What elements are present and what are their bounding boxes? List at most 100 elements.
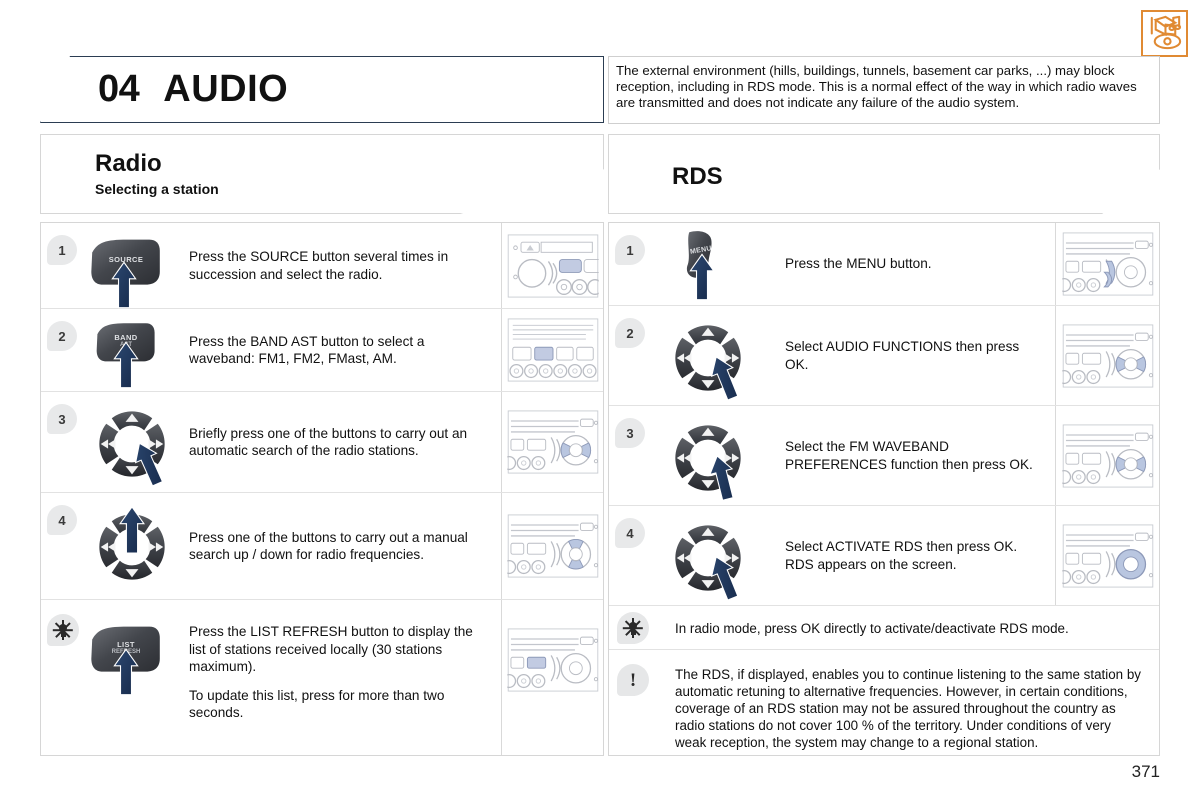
warning-text-cell: The RDS, if displayed, enables you to co… <box>657 650 1159 751</box>
head-unit-menu-image <box>1062 232 1154 296</box>
exclamation-glyph: ! <box>629 669 637 691</box>
tip-text-cell: Press the LIST REFRESH button to display… <box>185 600 501 755</box>
manual-page: 04 AUDIO The external environment (hills… <box>0 0 1200 800</box>
tip-icon-cell <box>41 600 85 755</box>
step-text-cell: Press the SOURCE button several times in… <box>185 223 501 308</box>
arrow-up-icon <box>118 505 146 555</box>
step-text: Select AUDIO FUNCTIONS then press OK. <box>785 339 1020 372</box>
table-row: 2 Select AUDIO FUNCTIONS then press OK. <box>609 306 1159 406</box>
step-number-cell: 4 <box>609 506 657 605</box>
tip-control-graphic: LIST REFRESH <box>85 600 185 755</box>
head-unit-navpad-lr-image <box>1062 324 1154 388</box>
tip-text-2: To update this list, press for more than… <box>189 687 445 721</box>
device-thumbnail-cell <box>1055 306 1159 405</box>
tip-text-cell: In radio mode, press OK directly to acti… <box>657 606 1159 650</box>
step-text-cell: Select the FM WAVEBAND PREFERENCES funct… <box>765 406 1055 505</box>
table-row: 4 Press one of the buttons to carry out … <box>41 493 603 600</box>
step-badge: 2 <box>47 321 77 351</box>
bulb-glyph <box>52 620 73 640</box>
tip-bulb-icon <box>617 612 649 644</box>
step-number-cell: 2 <box>41 309 85 391</box>
radio-steps-table: 1 SOURCE Press the SOURCE button several… <box>40 222 604 756</box>
step-text: Briefly press one of the buttons to carr… <box>189 425 468 459</box>
step-number-cell: 4 <box>41 493 85 599</box>
reception-note-box: The external environment (hills, buildin… <box>608 56 1160 124</box>
arrow-up-icon <box>111 648 141 696</box>
step-badge: 1 <box>47 235 77 265</box>
device-thumbnail-cell <box>501 392 603 492</box>
device-thumbnail-cell <box>501 600 603 755</box>
step-number-cell: 3 <box>41 392 85 492</box>
step-control-graphic <box>85 493 185 599</box>
step-text: Press the MENU button. <box>785 256 932 272</box>
rds-section-title: RDS <box>672 163 723 190</box>
warning-exclamation-icon: ! <box>617 664 649 696</box>
rds-steps-table: 1 MENU Press the MENU button. 2 Select A… <box>608 222 1160 756</box>
head-unit-navpad-lr-image <box>1062 424 1154 488</box>
device-thumbnail-cell <box>1055 223 1159 305</box>
step-text-cell: Press the MENU button. <box>765 223 1055 305</box>
step-control-graphic <box>85 392 185 492</box>
step-control-graphic <box>657 406 765 505</box>
table-row: 2 BAND AST Press the BAND AST button to … <box>41 309 603 392</box>
chapter-title: AUDIO <box>163 68 289 110</box>
step-badge: 4 <box>615 518 645 548</box>
device-thumbnail-cell <box>1055 506 1159 605</box>
tip-bulb-icon <box>47 614 79 646</box>
table-row: 1 SOURCE Press the SOURCE button several… <box>41 223 603 309</box>
rds-tip-row: In radio mode, press OK directly to acti… <box>609 606 1159 650</box>
rds-warning-row: ! The RDS, if displayed, enables you to … <box>609 650 1159 756</box>
table-row: 3 Briefly press one of the buttons to ca… <box>41 392 603 493</box>
step-text-cell: Press the BAND AST button to select a wa… <box>185 309 501 391</box>
step-number-cell: 1 <box>609 223 657 305</box>
reception-note-text: The external environment (hills, buildin… <box>616 63 1137 111</box>
head-unit-band-image <box>507 318 599 382</box>
step-control-graphic <box>657 506 765 605</box>
step-control-graphic: BAND AST <box>85 309 185 391</box>
step-number-cell: 2 <box>609 306 657 405</box>
step-text: Press one of the buttons to carry out a … <box>189 529 468 563</box>
audio-media-icon <box>1141 10 1188 57</box>
rds-tip-text: In radio mode, press OK directly to acti… <box>675 620 1069 636</box>
step-text: Press the SOURCE button several times in… <box>189 249 449 282</box>
step-text: Press the BAND AST button to select a wa… <box>189 333 425 367</box>
table-row: 3 Select the FM WAVEBAND PREFERENCES fun… <box>609 406 1159 506</box>
step-control-graphic: MENU <box>657 223 765 305</box>
step-badge: 1 <box>615 235 645 265</box>
chapter-banner: 04 AUDIO <box>40 56 604 123</box>
head-unit-navpad-ok-image <box>1062 524 1154 588</box>
step-badge: 4 <box>47 505 77 535</box>
step-badge: 2 <box>615 318 645 348</box>
radio-section-title: Radio <box>95 150 162 177</box>
table-row: 1 MENU Press the MENU button. <box>609 223 1159 306</box>
table-row: LIST REFRESH Press the LIST REFRESH butt… <box>41 600 603 755</box>
step-number-cell: 1 <box>41 223 85 308</box>
step-text-cell: Briefly press one of the buttons to carr… <box>185 392 501 492</box>
radio-section-subtitle: Selecting a station <box>95 181 219 197</box>
step-text-cell: Press one of the buttons to carry out a … <box>185 493 501 599</box>
device-thumbnail-cell <box>501 223 603 308</box>
step-control-graphic: SOURCE <box>85 223 185 308</box>
arrow-up-icon <box>109 261 139 309</box>
arrow-up-icon <box>111 341 141 389</box>
bulb-glyph <box>622 618 643 638</box>
head-unit-navpad-lr-image <box>507 410 599 474</box>
step-text: Select the FM WAVEBAND PREFERENCES funct… <box>785 439 1033 472</box>
tip-text-1: Press the LIST REFRESH button to display… <box>189 624 473 674</box>
step-badge: 3 <box>615 418 645 448</box>
step-text: Select ACTIVATE RDS then press OK. RDS a… <box>785 539 1018 572</box>
step-text-cell: Select ACTIVATE RDS then press OK. RDS a… <box>765 506 1055 605</box>
table-row: 4 Select ACTIVATE RDS then press OK. RDS… <box>609 506 1159 606</box>
step-badge: 3 <box>47 404 77 434</box>
device-thumbnail-cell <box>501 309 603 391</box>
step-number-cell: 3 <box>609 406 657 505</box>
device-thumbnail-cell <box>1055 406 1159 505</box>
rds-warning-text: The RDS, if displayed, enables you to co… <box>675 667 1141 750</box>
step-control-graphic <box>657 306 765 405</box>
head-unit-navpad-ud-image <box>507 514 599 578</box>
arrow-up-icon <box>688 253 716 301</box>
step-text-cell: Select AUDIO FUNCTIONS then press OK. <box>765 306 1055 405</box>
device-thumbnail-cell <box>501 493 603 599</box>
head-unit-list-image <box>507 628 599 692</box>
head-unit-source-image <box>507 234 599 298</box>
